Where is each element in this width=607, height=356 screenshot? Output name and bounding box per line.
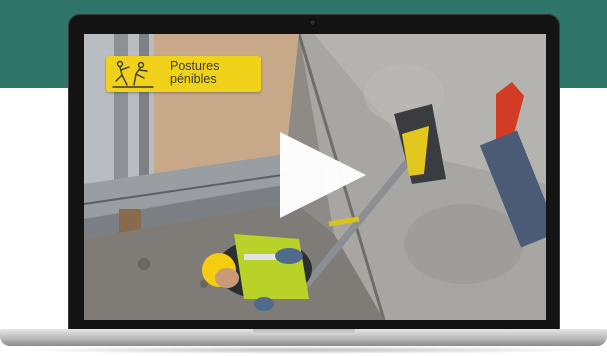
- video-player[interactable]: Postures pénibles: [84, 34, 546, 320]
- worker-posture-icon: [112, 60, 154, 88]
- page: Postures pénibles: [0, 0, 607, 356]
- video-title-badge: Postures pénibles: [106, 56, 261, 92]
- webcam-dot: [310, 20, 315, 25]
- laptop-shadow: [10, 346, 597, 354]
- laptop-base-notch: [253, 329, 355, 335]
- video-title: Postures pénibles: [170, 60, 260, 86]
- play-icon[interactable]: [276, 130, 368, 220]
- video-title-line-2: pénibles: [170, 72, 217, 86]
